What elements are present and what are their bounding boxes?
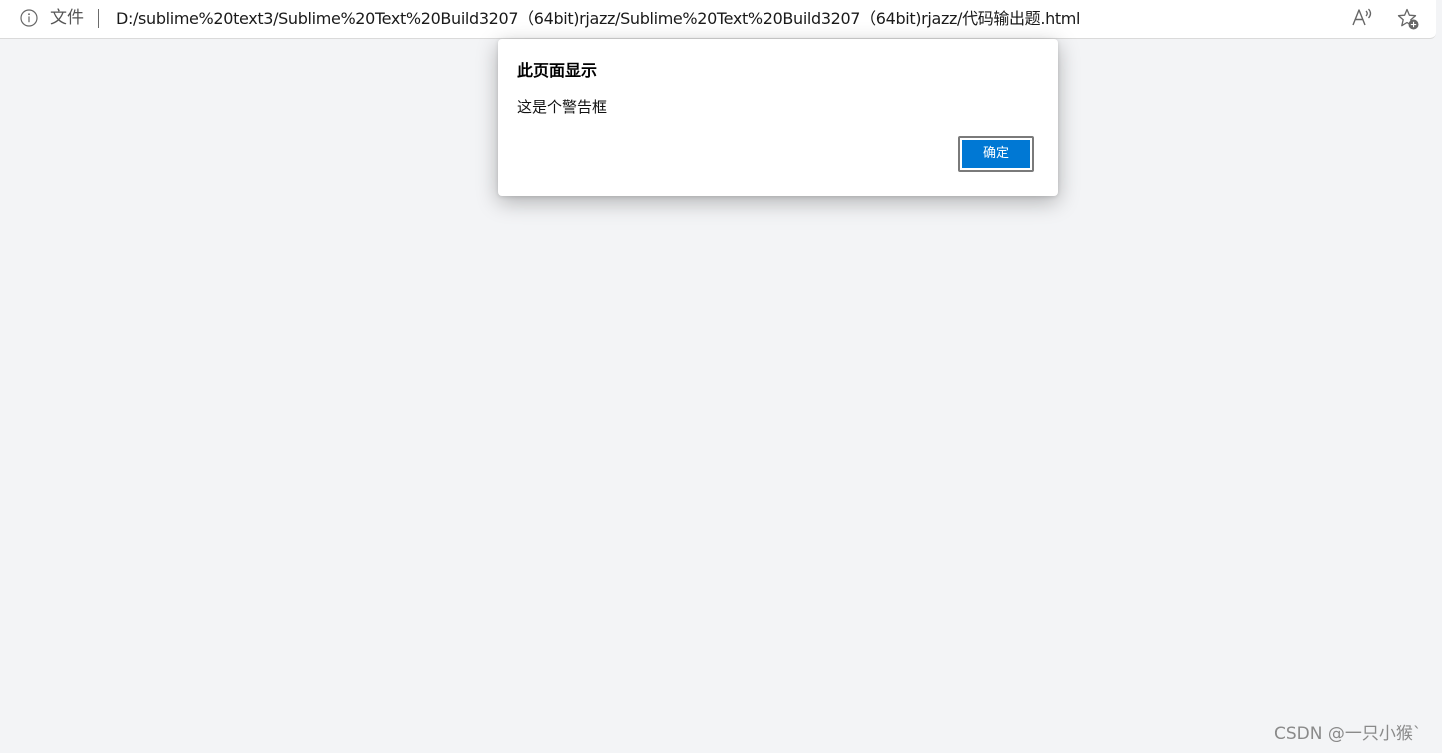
dialog-title: 此页面显示 (517, 61, 598, 80)
alert-dialog: 此页面显示 这是个警告框 确定 (498, 39, 1058, 196)
watermark: CSDN @一只小猴` (1274, 724, 1422, 744)
ok-button-label: 确定 (962, 140, 1030, 168)
add-favorite-icon[interactable] (1396, 7, 1420, 31)
read-aloud-icon[interactable] (1350, 7, 1374, 29)
scheme-label[interactable]: 文件 (50, 7, 84, 29)
url-input[interactable]: D:/sublime%20text3/Sublime%20Text%20Buil… (116, 8, 1080, 29)
dialog-message: 这是个警告框 (517, 98, 608, 116)
address-bar: 文件 D:/sublime%20text3/Sublime%20Text%20B… (0, 0, 1436, 39)
info-icon[interactable] (20, 9, 38, 27)
address-divider (98, 9, 99, 28)
ok-button[interactable]: 确定 (958, 136, 1034, 172)
